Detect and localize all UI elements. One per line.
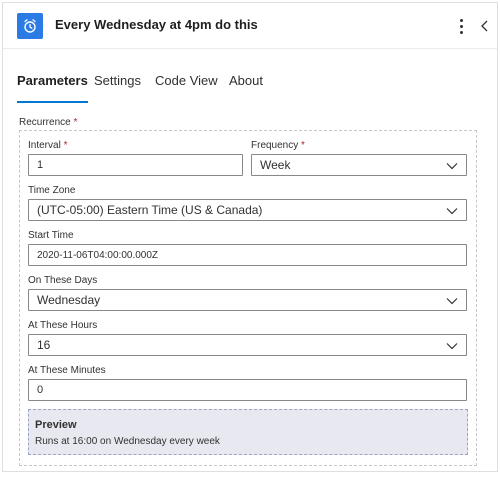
tab-about[interactable]: About bbox=[229, 73, 263, 97]
interval-label: Interval * bbox=[28, 140, 68, 151]
chevron-down-icon bbox=[446, 208, 458, 215]
more-icon bbox=[459, 18, 463, 22]
preview-text: Runs at 16:00 on Wednesday every week bbox=[35, 436, 220, 447]
preview-title: Preview bbox=[35, 419, 77, 431]
frequency-label: Frequency * bbox=[251, 140, 305, 151]
at-these-minutes-input[interactable]: 0 bbox=[28, 379, 467, 401]
tab-bar: Parameters Settings Code View About bbox=[17, 63, 487, 107]
recurrence-group: Interval * 1 Frequency * Week Time Zone … bbox=[19, 130, 477, 466]
interval-input[interactable]: 1 bbox=[28, 154, 243, 176]
tab-settings[interactable]: Settings bbox=[94, 73, 141, 97]
time-zone-value: (UTC-05:00) Eastern Time (US & Canada) bbox=[37, 203, 263, 217]
recurrence-label: Recurrence * bbox=[19, 117, 78, 128]
card-header: Every Wednesday at 4pm do this bbox=[3, 3, 497, 49]
chevron-down-icon bbox=[446, 343, 458, 350]
at-these-hours-value: 16 bbox=[37, 338, 51, 352]
time-zone-label: Time Zone bbox=[28, 185, 76, 196]
start-time-label: Start Time bbox=[28, 230, 74, 241]
frequency-select[interactable]: Week bbox=[251, 154, 467, 176]
collapse-button[interactable] bbox=[477, 16, 493, 36]
at-these-minutes-label: At These Minutes bbox=[28, 365, 106, 376]
required-mark: * bbox=[73, 117, 78, 128]
trigger-card: Every Wednesday at 4pm do this Parameter… bbox=[2, 2, 498, 472]
alarm-clock-icon bbox=[17, 13, 43, 39]
preview-panel: Preview Runs at 16:00 on Wednesday every… bbox=[28, 409, 468, 455]
at-these-hours-label: At These Hours bbox=[28, 320, 98, 331]
frequency-value: Week bbox=[260, 158, 291, 172]
more-options-button[interactable] bbox=[451, 15, 471, 37]
tab-parameters[interactable]: Parameters bbox=[17, 73, 88, 103]
time-zone-select[interactable]: (UTC-05:00) Eastern Time (US & Canada) bbox=[28, 199, 467, 221]
on-these-days-value: Wednesday bbox=[37, 293, 101, 307]
at-these-hours-select[interactable]: 16 bbox=[28, 334, 467, 356]
on-these-days-select[interactable]: Wednesday bbox=[28, 289, 467, 311]
card-title[interactable]: Every Wednesday at 4pm do this bbox=[55, 17, 258, 32]
tab-code-view[interactable]: Code View bbox=[155, 73, 218, 97]
on-these-days-label: On These Days bbox=[28, 275, 98, 286]
chevron-down-icon bbox=[446, 163, 458, 170]
start-time-input[interactable]: 2020-11-06T04:00:00.000Z bbox=[28, 244, 467, 266]
chevron-left-icon bbox=[481, 20, 488, 32]
chevron-down-icon bbox=[446, 298, 458, 305]
